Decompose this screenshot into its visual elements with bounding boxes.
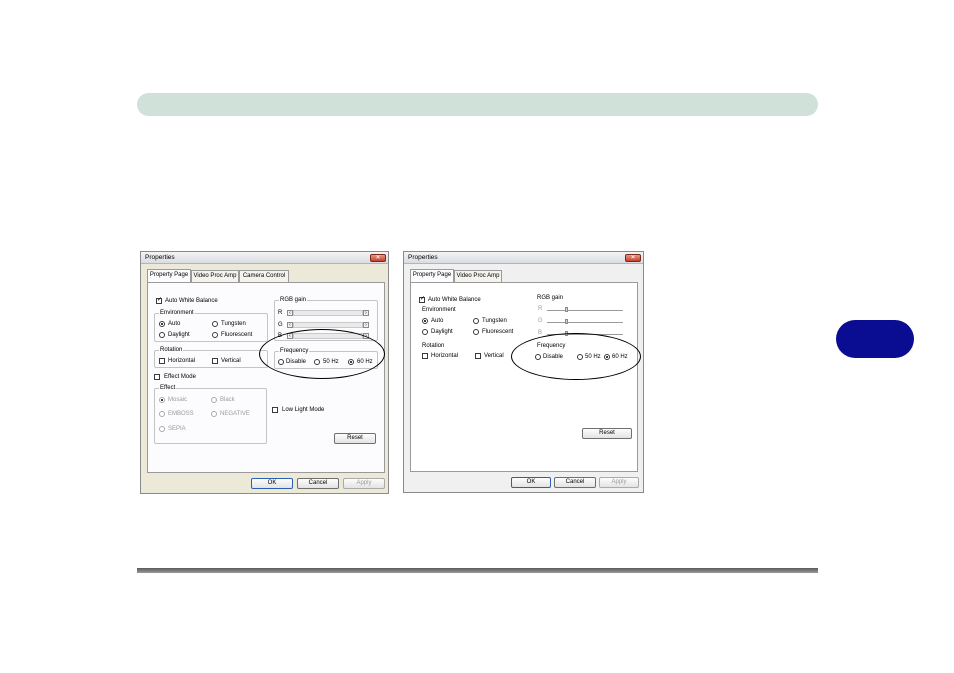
environment-label: Environment <box>159 310 195 317</box>
env-tungsten-label: Tungsten <box>482 318 507 324</box>
rgb-gain-label: RGB gain <box>279 297 308 304</box>
rotation-vertical-label: Vertical <box>484 353 504 359</box>
footer-rule <box>137 568 818 573</box>
rgb-r-thumb[interactable] <box>565 307 568 312</box>
env-daylight-radio[interactable] <box>159 332 165 338</box>
tab-camera-control[interactable]: Camera Control <box>239 270 289 282</box>
rotation-label: Rotation <box>422 343 445 349</box>
rgb-r-label: R <box>278 310 283 316</box>
dialog-a-panel: Auto White Balance Environment Auto Tung… <box>147 282 385 473</box>
low-light-mode-checkbox[interactable] <box>272 407 278 413</box>
low-light-mode-label: Low Light Mode <box>282 407 325 413</box>
tab-property-page[interactable]: Property Page <box>410 269 454 282</box>
rgb-r-right-arrow[interactable]: › <box>363 310 369 316</box>
env-fluorescent-label: Fluorescent <box>221 332 253 338</box>
effect-negative-label: NEGATIVE <box>220 411 250 417</box>
rotation-horizontal-label: Horizontal <box>168 358 196 364</box>
effect-sepia-radio[interactable] <box>159 426 165 432</box>
effect-sepia-label: SEPIA <box>168 426 186 432</box>
rgb-r-label: R <box>538 306 543 312</box>
env-tungsten-radio[interactable] <box>473 318 479 324</box>
effect-mosaic-label: Mosaic <box>168 397 188 403</box>
rotation-vertical-checkbox[interactable] <box>475 353 481 359</box>
effect-emboss-label: EMBOSS <box>168 411 194 417</box>
env-daylight-label: Daylight <box>168 332 190 338</box>
env-fluorescent-radio[interactable] <box>212 332 218 338</box>
effect-group: Effect Mosaic Black EMBOSS NEGATIVE SEPI… <box>154 385 267 444</box>
env-daylight-radio[interactable] <box>422 329 428 335</box>
chapter-tab <box>836 320 914 358</box>
frequency-highlight-oval-a <box>259 329 385 379</box>
env-tungsten-label: Tungsten <box>221 321 246 327</box>
rgb-g-right-arrow[interactable]: › <box>363 322 369 328</box>
ok-button[interactable]: OK <box>251 478 293 489</box>
env-fluorescent-radio[interactable] <box>473 329 479 335</box>
environment-label: Environment <box>422 307 456 313</box>
effect-mode-label: Effect Mode <box>164 374 196 380</box>
rgb-r-slider[interactable] <box>547 310 623 311</box>
env-auto-radio[interactable] <box>159 321 165 327</box>
auto-white-balance-label: Auto White Balance <box>165 298 218 304</box>
env-auto-label: Auto <box>431 318 444 324</box>
rotation-label: Rotation <box>159 347 184 354</box>
cancel-button[interactable]: Cancel <box>297 478 339 489</box>
auto-white-balance-label: Auto White Balance <box>428 297 481 303</box>
header-bar <box>137 93 818 116</box>
rgb-g-thumb[interactable] <box>565 319 568 324</box>
rotation-vertical-label: Vertical <box>221 358 241 364</box>
rotation-horizontal-checkbox[interactable] <box>159 358 165 364</box>
rotation-vertical-checkbox[interactable] <box>212 358 218 364</box>
dialog-b-titlebar: Properties ✕ <box>404 252 643 264</box>
effect-emboss-radio[interactable] <box>159 411 165 417</box>
env-daylight-label: Daylight <box>431 329 453 335</box>
rotation-horizontal-label: Horizontal <box>431 353 459 359</box>
env-auto-radio[interactable] <box>422 318 428 324</box>
auto-white-balance-checkbox[interactable] <box>419 296 425 303</box>
effect-mode-checkbox[interactable] <box>154 374 160 380</box>
rgb-gain-label: RGB gain <box>537 295 564 301</box>
dialog-a-title: Properties <box>145 254 175 261</box>
close-icon[interactable]: ✕ <box>370 254 386 262</box>
effect-label: Effect <box>159 385 177 392</box>
rgb-r-slider[interactable] <box>293 310 363 316</box>
frequency-highlight-oval-b <box>511 333 641 380</box>
env-fluorescent-label: Fluorescent <box>482 329 514 335</box>
tab-video-proc-amp[interactable]: Video Proc Amp <box>454 270 502 282</box>
dialog-b-title: Properties <box>408 254 438 261</box>
effect-negative-radio[interactable] <box>211 411 217 417</box>
reset-button[interactable]: Reset <box>334 433 376 444</box>
reset-button[interactable]: Reset <box>582 428 632 439</box>
rgb-g-slider[interactable] <box>547 322 623 323</box>
ok-button[interactable]: OK <box>511 477 551 488</box>
environment-group: Environment Auto Tungsten Daylight Fluor… <box>154 310 268 342</box>
effect-mosaic-radio[interactable] <box>159 397 165 403</box>
tab-video-proc-amp[interactable]: Video Proc Amp <box>191 270 239 282</box>
auto-white-balance-checkbox[interactable] <box>156 297 162 304</box>
effect-black-label: Black <box>220 397 235 403</box>
rgb-g-label: G <box>278 322 283 328</box>
rotation-horizontal-checkbox[interactable] <box>422 353 428 359</box>
env-auto-label: Auto <box>168 321 181 327</box>
cancel-button[interactable]: Cancel <box>554 477 596 488</box>
rgb-g-slider[interactable] <box>293 322 363 328</box>
apply-button[interactable]: Apply <box>599 477 639 488</box>
close-icon[interactable]: ✕ <box>625 254 641 262</box>
effect-black-radio[interactable] <box>211 397 217 403</box>
rgb-g-label: G <box>538 318 543 324</box>
tab-property-page[interactable]: Property Page <box>147 269 191 282</box>
rotation-group: Rotation Horizontal Vertical <box>154 347 268 368</box>
dialog-a-titlebar: Properties ✕ <box>141 252 388 264</box>
env-tungsten-radio[interactable] <box>212 321 218 327</box>
apply-button[interactable]: Apply <box>343 478 385 489</box>
